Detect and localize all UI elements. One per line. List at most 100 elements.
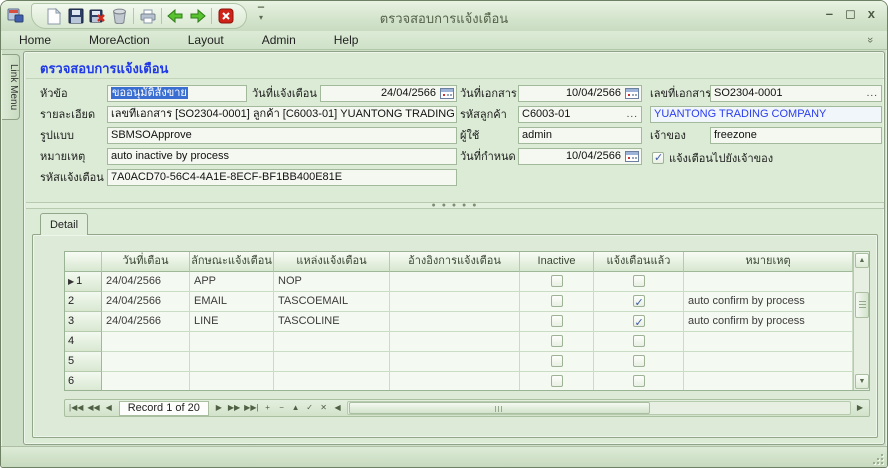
nav-next-page-button[interactable]: ▶▶ xyxy=(226,401,242,415)
grid-cell[interactable]: 24/04/2566 xyxy=(102,272,190,292)
code-input[interactable]: 7A0ACD70-56C4-4A1E-8ECF-BF1BB400E81E xyxy=(107,169,457,186)
grid-cell[interactable] xyxy=(390,272,520,292)
grid-cell-remark[interactable] xyxy=(684,352,853,372)
grid-column-header[interactable]: วันที่เตือน xyxy=(102,252,190,272)
grid-cell-remark[interactable]: auto confirm by process xyxy=(684,292,853,312)
menu-item-layout[interactable]: Layout xyxy=(178,31,234,49)
inactive-checkbox[interactable] xyxy=(551,355,563,367)
grid-cell[interactable] xyxy=(390,312,520,332)
doc-no-input[interactable]: SO2304-0001 ... xyxy=(710,85,882,102)
topic-input[interactable]: ขออนุมัติสั่งขาย xyxy=(107,85,247,102)
grid-cell[interactable]: NOP xyxy=(274,272,390,292)
remark-input[interactable]: auto inactive by process xyxy=(107,148,457,165)
notified-checkbox[interactable] xyxy=(633,335,645,347)
close-window-button[interactable]: x xyxy=(868,6,875,22)
grid-cell-remark[interactable] xyxy=(684,272,853,292)
resize-grip[interactable] xyxy=(871,452,883,464)
grid-cell[interactable] xyxy=(390,332,520,352)
row-selector[interactable]: 4 xyxy=(65,332,102,352)
row-selector[interactable]: 2 xyxy=(65,292,102,312)
nav-next-button[interactable]: ▶ xyxy=(212,401,226,415)
grid-cell[interactable]: APP xyxy=(190,272,274,292)
grid-cell[interactable]: LINE xyxy=(190,312,274,332)
nav-add-button[interactable]: + xyxy=(261,401,275,415)
grid-column-header[interactable]: Inactive xyxy=(520,252,594,272)
menu-item-home[interactable]: Home xyxy=(9,31,61,49)
notified-checkbox[interactable] xyxy=(633,375,645,387)
table-row[interactable]: 6 xyxy=(65,372,854,390)
notified-checkbox[interactable] xyxy=(633,315,645,327)
minimize-button[interactable]: – xyxy=(826,6,833,22)
notify-date-input[interactable]: 24/04/2566 xyxy=(320,85,457,102)
grid-column-header[interactable]: แจ้งเตือนแล้ว xyxy=(594,252,684,272)
calendar-icon[interactable] xyxy=(625,151,639,162)
nav-cancel-button[interactable]: ✕ xyxy=(317,401,331,415)
notify-owner-checkbox[interactable] xyxy=(652,152,664,164)
row-selector[interactable]: 6 xyxy=(65,372,102,390)
doc-no-lookup-button[interactable]: ... xyxy=(867,86,878,101)
table-row[interactable]: 4 xyxy=(65,332,854,352)
inactive-checkbox[interactable] xyxy=(551,315,563,327)
tab-detail[interactable]: Detail xyxy=(40,213,88,235)
row-selector[interactable]: ▶1 xyxy=(65,272,102,292)
nav-prev-page-button[interactable]: ◀◀ xyxy=(85,401,101,415)
splitter-handle[interactable]: ● ● ● ● ● xyxy=(26,202,884,209)
grid-column-header[interactable]: อ้างอิงการแจ้งเตือน xyxy=(390,252,520,272)
grid-cell[interactable] xyxy=(390,352,520,372)
menu-item-admin[interactable]: Admin xyxy=(252,31,306,49)
nav-prev-button[interactable]: ◀ xyxy=(102,401,116,415)
scroll-down-icon[interactable]: ▼ xyxy=(855,374,869,389)
customer-code-input[interactable]: C6003-01 ... xyxy=(518,106,642,123)
grid-vertical-scrollbar[interactable]: ▲ ▼ xyxy=(853,252,869,390)
grid-cell[interactable] xyxy=(102,352,190,372)
nav-scroll-left-button[interactable]: ◀ xyxy=(331,401,345,415)
grid-cell[interactable]: 24/04/2566 xyxy=(102,312,190,332)
grid-horizontal-scrollbar[interactable] xyxy=(347,401,851,415)
customer-lookup-button[interactable]: ... xyxy=(627,107,638,122)
nav-scroll-right-button[interactable]: ▶ xyxy=(853,401,867,415)
notified-checkbox[interactable] xyxy=(633,295,645,307)
nav-first-button[interactable]: |◀◀ xyxy=(67,401,85,415)
calendar-icon[interactable] xyxy=(440,88,454,99)
grid-column-header[interactable]: หมายเหตุ xyxy=(684,252,853,272)
menu-collapse-chevron-icon[interactable]: » xyxy=(864,37,876,43)
grid-cell[interactable] xyxy=(390,292,520,312)
scrollbar-thumb[interactable] xyxy=(349,402,650,414)
notified-checkbox[interactable] xyxy=(633,275,645,287)
detail-input[interactable]: เลขที่เอกสาร [SO2304-0001] ลูกค้า [C6003… xyxy=(107,106,457,123)
grid-cell[interactable] xyxy=(102,332,190,352)
grid-cell[interactable] xyxy=(274,372,390,390)
grid-cell-remark[interactable] xyxy=(684,332,853,352)
inactive-checkbox[interactable] xyxy=(551,335,563,347)
nav-edit-button[interactable]: ▲ xyxy=(289,401,303,415)
grid-cell[interactable] xyxy=(190,352,274,372)
grid-cell[interactable] xyxy=(102,372,190,390)
owner-input[interactable]: freezone xyxy=(710,127,882,144)
grid-column-header[interactable] xyxy=(65,252,102,272)
grid-column-header[interactable]: ลักษณะแจ้งเตือน xyxy=(190,252,274,272)
inactive-checkbox[interactable] xyxy=(551,295,563,307)
grid-cell[interactable] xyxy=(190,372,274,390)
grid-cell[interactable]: TASCOEMAIL xyxy=(274,292,390,312)
nav-commit-button[interactable]: ✓ xyxy=(303,401,317,415)
grid-cell[interactable] xyxy=(274,352,390,372)
format-input[interactable]: SBMSOApprove xyxy=(107,127,457,144)
menu-item-help[interactable]: Help xyxy=(324,31,369,49)
table-row[interactable]: 224/04/2566EMAILTASCOEMAILauto confirm b… xyxy=(65,292,854,312)
scrollbar-thumb[interactable] xyxy=(855,292,869,318)
user-input[interactable]: admin xyxy=(518,127,642,144)
row-selector[interactable]: 3 xyxy=(65,312,102,332)
notified-checkbox[interactable] xyxy=(633,355,645,367)
table-row[interactable]: 5 xyxy=(65,352,854,372)
doc-date-input[interactable]: 10/04/2566 xyxy=(518,85,642,102)
nav-last-button[interactable]: ▶▶| xyxy=(242,401,260,415)
table-row[interactable]: 324/04/2566LINETASCOLINEauto confirm by … xyxy=(65,312,854,332)
calendar-icon[interactable] xyxy=(625,88,639,99)
row-selector[interactable]: 5 xyxy=(65,352,102,372)
grid-cell[interactable] xyxy=(390,372,520,390)
grid-cell[interactable]: TASCOLINE xyxy=(274,312,390,332)
maximize-button[interactable]: ◻ xyxy=(845,6,856,22)
due-date-input[interactable]: 10/04/2566 xyxy=(518,148,642,165)
nav-delete-button[interactable]: − xyxy=(275,401,289,415)
menu-item-moreaction[interactable]: MoreAction xyxy=(79,31,160,49)
